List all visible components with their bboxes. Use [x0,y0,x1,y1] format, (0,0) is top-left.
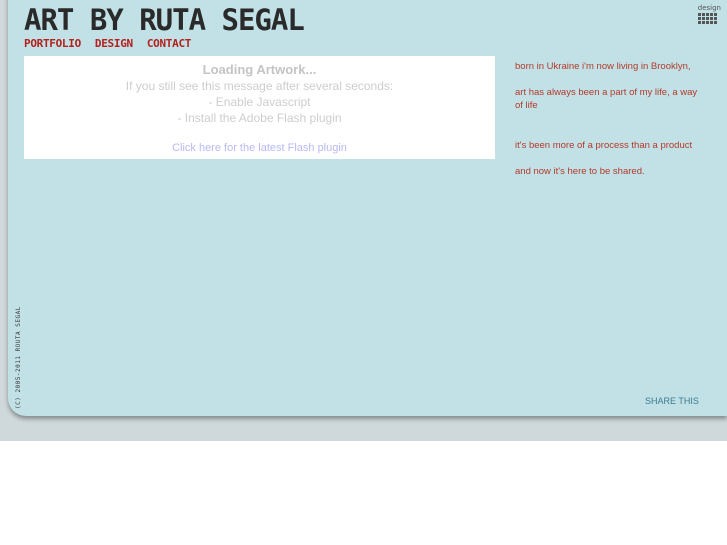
nav-portfolio[interactable]: PORTFOLIO [24,37,81,50]
nav-design[interactable]: DESIGN [95,37,133,50]
design-logo[interactable]: design [697,4,721,24]
flash-message: If you still see this message after seve… [125,79,394,93]
about-text: born in Ukraine i'm now living in Brookl… [515,60,700,178]
flash-placeholder: Loading Artwork... If you still see this… [24,56,495,159]
site-title[interactable]: ART BY RUTA SEGAL [24,3,305,37]
about-line-4: and now it's here to be shared. [515,166,645,177]
flash-step-plugin: - Install the Adobe Flash plugin [177,111,342,125]
about-line-2: art has always been a part of my life, a… [515,87,698,111]
share-button[interactable]: SHARE THIS [645,396,699,406]
design-logo-label: design [697,4,721,12]
nav-contact[interactable]: CONTACT [147,37,192,50]
main-nav: PORTFOLIO DESIGN CONTACT [24,37,191,50]
loading-text: Loading Artwork... [202,62,317,77]
flash-step-javascript: - Enable Javascript [208,95,311,109]
copyright-text: (C) 2005-2011 ROUTA SEGAL [15,306,22,409]
about-line-3: it's been more of a process than a produ… [515,140,693,151]
about-line-1: born in Ukraine i'm now living in Brookl… [515,61,691,72]
grid-icon [698,13,721,24]
flash-download-link[interactable]: Click here for the latest Flash plugin [172,142,347,154]
